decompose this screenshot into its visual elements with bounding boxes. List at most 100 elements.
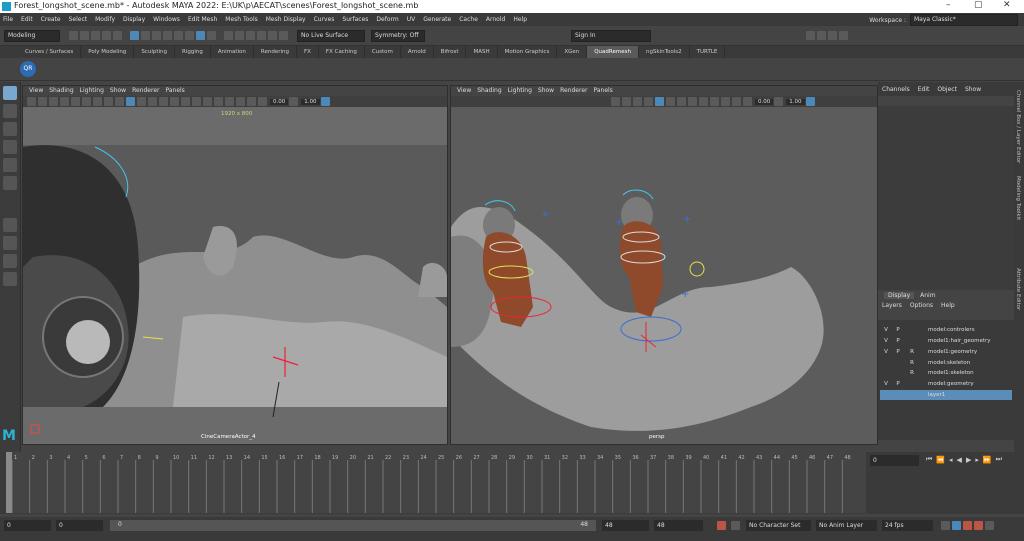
ipr-render-icon[interactable] [257,31,266,40]
shadows-icon[interactable] [170,97,179,106]
step-back-frame-icon[interactable]: ◂ [949,456,953,464]
layer-reference[interactable]: R [908,358,916,368]
exposure-field[interactable]: 0.00 [270,98,289,105]
key-options-icon[interactable] [731,521,740,530]
layer-reference[interactable]: R [908,368,916,378]
layer-playback[interactable]: P [894,325,902,335]
xray-components-icon[interactable] [247,97,256,106]
layer-row[interactable]: R model1:skeleton [880,368,1012,378]
current-frame-field[interactable]: 0 [870,455,919,466]
play-backward-icon[interactable]: ◀ [957,456,962,464]
preferences-icon[interactable] [974,521,983,530]
tool-settings-icon[interactable] [828,31,837,40]
rotate-tool-icon[interactable] [3,158,17,172]
textured-icon[interactable] [677,97,686,106]
shelf-tab-animation[interactable]: Animation [211,46,254,58]
shelf-tab-mash[interactable]: MASH [466,46,498,58]
image-plane-icon[interactable] [622,97,631,106]
viewport-persp[interactable]: View Shading Lighting Show Renderer Pane… [450,85,878,445]
paint-select-tool-icon[interactable] [3,122,17,136]
snap-curve-icon[interactable] [185,31,194,40]
menu-display[interactable]: Display [123,16,145,23]
menu-uv[interactable]: UV [407,16,416,23]
menu-windows[interactable]: Windows [153,16,180,23]
select-mask-icon[interactable] [163,31,172,40]
viewport-menu-panels[interactable]: Panels [593,86,612,96]
xray-icon[interactable] [225,97,234,106]
color-management-icon[interactable] [320,97,330,106]
viewport-menu-lighting[interactable]: Lighting [508,86,532,96]
layer-visibility[interactable]: V [882,325,890,335]
select-object-icon[interactable] [141,31,150,40]
menu-edit[interactable]: Edit [21,16,33,23]
exposure-field[interactable]: 0.00 [755,98,774,105]
shelf-tab-xgen[interactable]: XGen [557,46,588,58]
viewport-canvas-camera[interactable]: 1920 x 800 CineCameraActor_4 [23,107,447,444]
modeling-toolkit-icon[interactable] [806,31,815,40]
layer-row[interactable]: R model:skeleton [880,358,1012,368]
menu-curves[interactable]: Curves [314,16,335,23]
shelf-tab-ngskintools2[interactable]: ngSkinTools2 [639,46,690,58]
isolate-select-icon[interactable] [214,97,223,106]
range-slider[interactable]: 0 48 [110,520,596,531]
exposure-icon[interactable] [258,97,267,106]
safe-action-icon[interactable] [115,97,124,106]
loop-icon[interactable] [941,521,950,530]
shelf-tab-fx-caching[interactable]: FX Caching [319,46,365,58]
shelf-tab-rigging[interactable]: Rigging [175,46,211,58]
snap-plane-icon[interactable] [207,31,216,40]
camera-attributes-icon[interactable] [27,97,36,106]
redo-icon[interactable] [113,31,122,40]
live-surface-field[interactable]: No Live Surface [297,29,365,42]
viewport-menu-show[interactable]: Show [538,86,554,96]
single-layout-icon[interactable] [3,218,17,232]
layer-playback[interactable]: P [894,347,902,357]
viewport-menu-show[interactable]: Show [110,86,126,96]
gamma-icon[interactable] [289,97,299,106]
gate-mask-icon[interactable] [93,97,102,106]
resolution-gate-icon[interactable] [82,97,91,106]
open-scene-icon[interactable] [80,31,89,40]
menu-file[interactable]: File [3,16,13,23]
menu-cache[interactable]: Cache [459,16,478,23]
shelf-tab-motion-graphics[interactable]: Motion Graphics [498,46,558,58]
layer-row[interactable]: V P model1:hair_geometry [880,336,1012,346]
menu-select[interactable]: Select [69,16,88,23]
layer-row-selected[interactable]: layer1 [880,390,1012,400]
channel-menu-edit[interactable]: Edit [918,86,930,93]
viewport-menu-view[interactable]: View [29,86,43,96]
film-gate-icon[interactable] [71,97,80,106]
anim-layer-dropdown[interactable]: No Anim Layer [816,520,877,531]
shelf-tab-poly-modeling[interactable]: Poly Modeling [81,46,135,58]
gamma-icon[interactable] [774,97,784,106]
shelf-tab-fx[interactable]: FX [297,46,319,58]
layer-visibility[interactable]: V [882,379,890,389]
channel-menu-show[interactable]: Show [965,86,981,93]
viewport-menu-shading[interactable]: Shading [49,86,73,96]
layer-menu-layers[interactable]: Layers [882,302,902,309]
textured-icon[interactable] [148,97,157,106]
shelf-tab-turtle[interactable]: TURTLE [690,46,726,58]
isolate-select-icon[interactable] [721,97,730,106]
render-icon[interactable] [246,31,255,40]
shadows-icon[interactable] [699,97,708,106]
scale-tool-icon[interactable] [3,176,17,190]
lasso-tool-icon[interactable] [3,104,17,118]
side-tab-channel-box[interactable]: Channel Box / Layer Editor [1015,90,1021,163]
shelf-tab-rendering[interactable]: Rendering [254,46,297,58]
select-component-icon[interactable] [152,31,161,40]
step-forward-frame-icon[interactable]: ▸ [975,456,979,464]
channel-menu-channels[interactable]: Channels [882,86,910,93]
layer-tab-display[interactable]: Display [884,291,915,299]
menu-generate[interactable]: Generate [423,16,451,23]
smooth-shade-icon[interactable] [666,97,675,106]
snap-grid-icon[interactable] [174,31,183,40]
gamma-field[interactable]: 1.00 [301,98,320,105]
playback-end-field[interactable]: 48 [602,520,649,531]
menu-mesh-display[interactable]: Mesh Display [266,16,306,23]
shelf-tab-custom[interactable]: Custom [365,46,401,58]
layer-playback[interactable]: P [894,336,902,346]
side-tab-attribute-editor[interactable]: Attribute Editor [1015,268,1021,310]
image-plane-icon[interactable] [49,97,58,106]
new-scene-icon[interactable] [69,31,78,40]
